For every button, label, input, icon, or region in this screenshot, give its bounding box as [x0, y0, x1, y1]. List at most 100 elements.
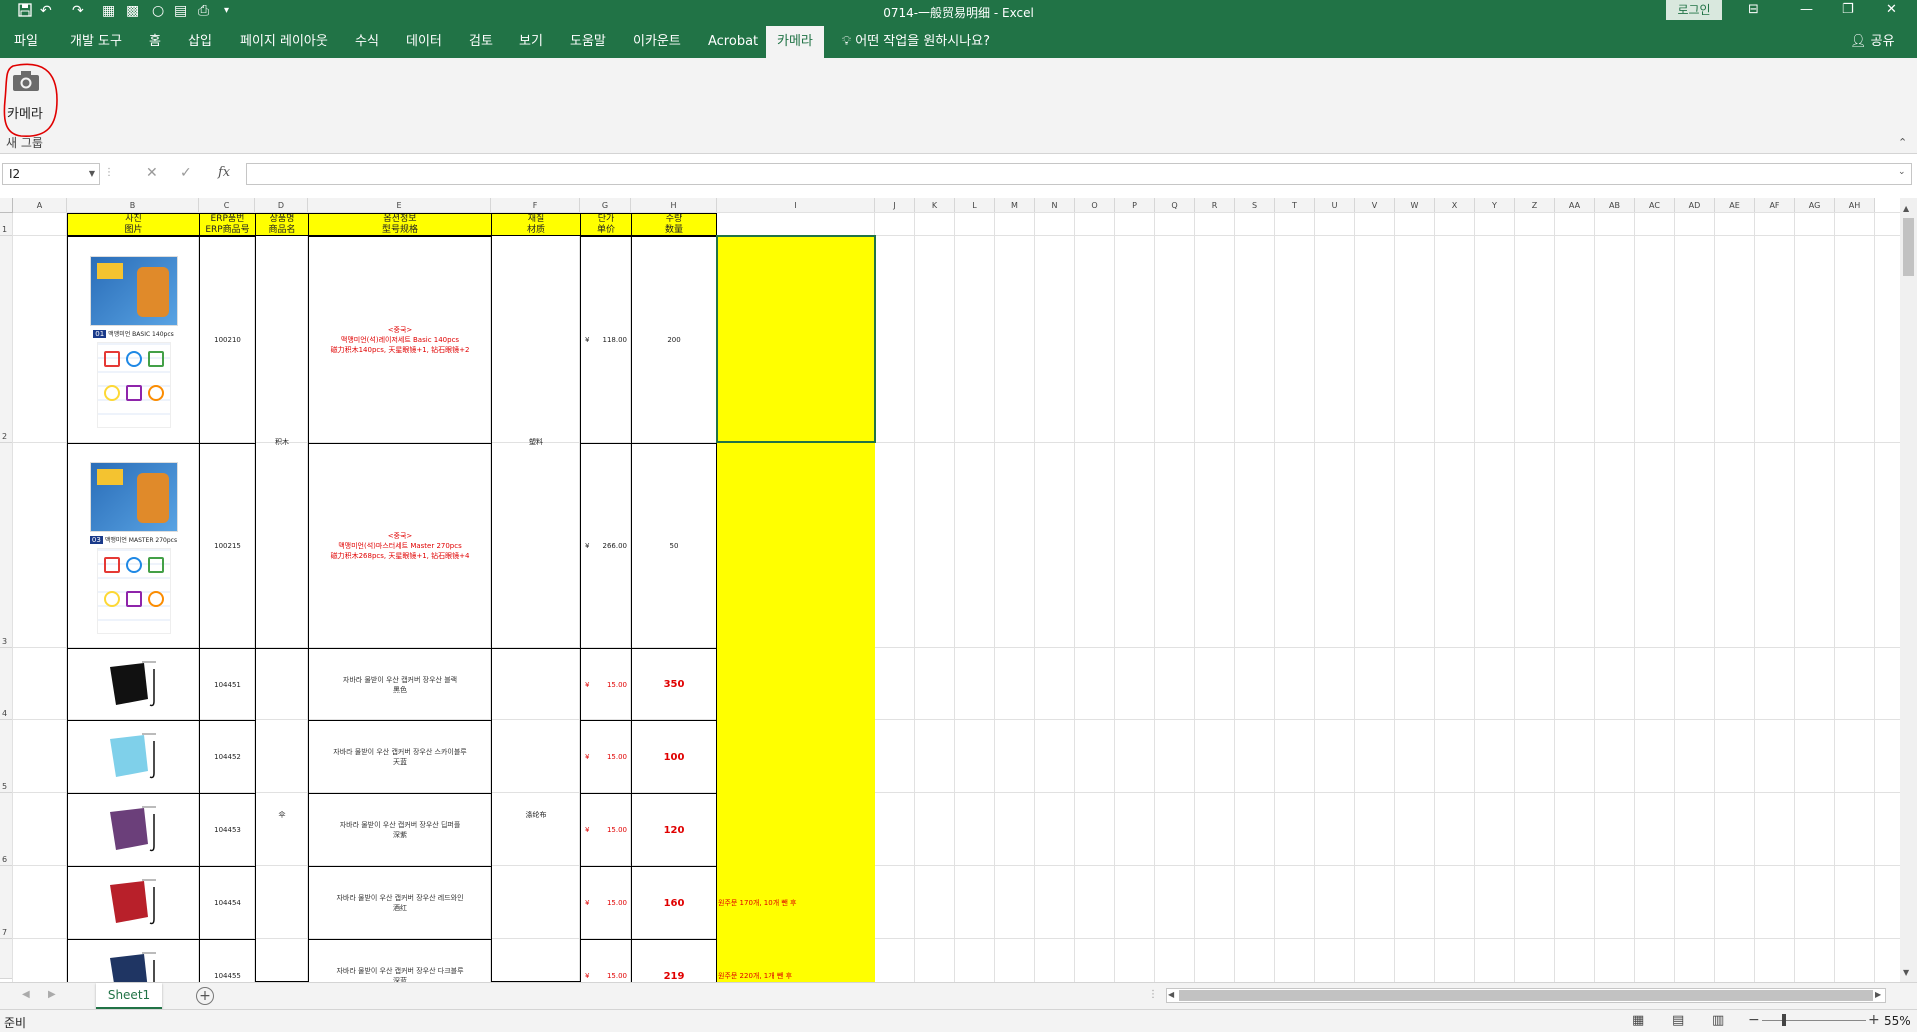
option-cell[interactable]: 자바라 물받이 우산 캡커버 장우산 스카이블루 天蓝: [308, 720, 492, 794]
header-erp-code[interactable]: ERP품번 ERP商品号: [199, 213, 256, 236]
tab-review[interactable]: 검토: [469, 26, 493, 58]
quantity-cell[interactable]: 160: [631, 866, 717, 940]
photo-cell[interactable]: 01 맥맹미언 BASIC 140pcs: [67, 236, 200, 444]
unit-price-cell[interactable]: ¥15.00: [580, 939, 632, 982]
restore-icon[interactable]: ❐: [1842, 2, 1854, 17]
select-all-corner[interactable]: [0, 198, 13, 213]
photo-cell[interactable]: [67, 720, 200, 794]
column-header[interactable]: B: [67, 198, 199, 213]
formula-input[interactable]: [246, 163, 1912, 185]
photo-cell[interactable]: [67, 648, 200, 721]
column-header[interactable]: Q: [1155, 198, 1195, 213]
close-icon[interactable]: ✕: [1886, 2, 1897, 17]
tab-insert[interactable]: 삽입: [188, 26, 212, 58]
quantity-cell[interactable]: 100: [631, 720, 717, 794]
tab-help[interactable]: 도움말: [570, 26, 606, 58]
column-header[interactable]: D: [255, 198, 308, 213]
erp-code-cell[interactable]: 100210: [199, 236, 256, 444]
erp-code-cell[interactable]: 100215: [199, 443, 256, 649]
collapse-ribbon-icon[interactable]: ⌃: [1898, 136, 1907, 149]
tab-page-layout[interactable]: 페이지 레이아웃: [240, 26, 328, 58]
scroll-left-icon[interactable]: ◀: [1168, 990, 1174, 999]
quantity-cell[interactable]: 200: [631, 236, 717, 444]
vertical-scroll-thumb[interactable]: [1903, 218, 1914, 276]
option-cell[interactable]: 자바라 물받이 우산 캡커버 장우산 레드와인 酒红: [308, 866, 492, 940]
photo-cell[interactable]: [67, 939, 200, 982]
column-header[interactable]: O: [1075, 198, 1115, 213]
column-header[interactable]: AF: [1755, 198, 1795, 213]
column-header[interactable]: R: [1195, 198, 1235, 213]
column-header[interactable]: A: [13, 198, 67, 213]
tab-file[interactable]: 파일: [14, 26, 38, 58]
option-cell[interactable]: <중국> 맥맹미언(석)레이저세트 Basic 140pcs 磁力积木140pcs,…: [308, 236, 492, 444]
minimize-icon[interactable]: —: [1800, 2, 1813, 17]
unit-price-cell[interactable]: ¥266.00: [580, 443, 632, 649]
scroll-down-icon[interactable]: ▼: [1903, 968, 1909, 977]
note-cell[interactable]: 원주문 170개, 10개 뺀 후: [718, 866, 796, 939]
page-break-view-icon[interactable]: ▥: [1712, 1013, 1724, 1028]
column-header[interactable]: AB: [1595, 198, 1635, 213]
option-cell[interactable]: <중국> 맥맹미언(석)마스터세트 Master 270pcs 磁力积木268pcs…: [308, 443, 492, 649]
tab-camera[interactable]: 카메라: [766, 26, 824, 58]
column-header[interactable]: L: [955, 198, 995, 213]
name-box-dropdown-icon[interactable]: ▼: [89, 164, 95, 184]
tab-splitter-icon[interactable]: ⋮: [1148, 989, 1158, 1000]
column-header[interactable]: AC: [1635, 198, 1675, 213]
erp-code-cell[interactable]: 104454: [199, 866, 256, 940]
new-sheet-icon[interactable]: +: [196, 987, 214, 1005]
zoom-slider-track[interactable]: [1762, 1020, 1866, 1021]
header-quantity[interactable]: 수량 数量: [631, 213, 717, 236]
unit-price-cell[interactable]: ¥118.00: [580, 236, 632, 444]
horizontal-scrollbar[interactable]: ◀ ▶: [1166, 988, 1886, 1003]
worksheet-grid[interactable]: A B C D E F G H I J K L M N O P Q R S T U V W X Y Z AA AB AC AD AE AF AG…: [0, 198, 1900, 982]
tab-ecount[interactable]: 이카운트: [633, 26, 681, 58]
column-header[interactable]: T: [1275, 198, 1315, 213]
column-header[interactable]: C: [199, 198, 255, 213]
erp-code-cell[interactable]: 104452: [199, 720, 256, 794]
column-header[interactable]: AE: [1715, 198, 1755, 213]
column-header[interactable]: Z: [1515, 198, 1555, 213]
column-header[interactable]: S: [1235, 198, 1275, 213]
header-product-name[interactable]: 상품명 商品名: [255, 213, 309, 236]
material-cell-plastic[interactable]: 塑料: [491, 235, 581, 649]
zoom-slider-thumb[interactable]: [1782, 1014, 1786, 1026]
vertical-scrollbar[interactable]: ▲ ▼: [1900, 198, 1917, 982]
column-header[interactable]: N: [1035, 198, 1075, 213]
column-header[interactable]: V: [1355, 198, 1395, 213]
tab-developer[interactable]: 개발 도구: [70, 26, 122, 58]
unit-price-cell[interactable]: ¥15.00: [580, 866, 632, 940]
product-name-cell-blocks[interactable]: 积木: [255, 235, 309, 649]
sheet-tab-sheet1[interactable]: Sheet1: [96, 983, 162, 1009]
column-header[interactable]: AA: [1555, 198, 1595, 213]
column-header[interactable]: J: [875, 198, 915, 213]
column-header[interactable]: W: [1395, 198, 1435, 213]
tab-home[interactable]: 홈: [149, 26, 161, 58]
header-unit-price[interactable]: 단가 单价: [580, 213, 632, 236]
column-header[interactable]: M: [995, 198, 1035, 213]
scroll-right-icon[interactable]: ▶: [1875, 990, 1881, 999]
cancel-icon[interactable]: ✕: [146, 165, 158, 181]
erp-code-cell[interactable]: 104453: [199, 793, 256, 867]
column-header[interactable]: P: [1115, 198, 1155, 213]
column-header[interactable]: K: [915, 198, 955, 213]
erp-code-cell[interactable]: 104455: [199, 939, 256, 982]
ribbon-display-icon[interactable]: ⊟: [1748, 2, 1759, 17]
product-name-cell-umbrella[interactable]: 伞: [255, 648, 309, 982]
quantity-cell[interactable]: 120: [631, 793, 717, 867]
note-cell[interactable]: 원주문 220개, 1개 뺀 후: [718, 939, 792, 982]
tell-me-box[interactable]: 💡︎ 어떤 작업을 원하시나요?: [842, 26, 990, 58]
prev-sheet-icon[interactable]: ◀: [22, 989, 30, 1000]
header-option[interactable]: 옵션정보 型号规格: [308, 213, 492, 236]
column-header[interactable]: U: [1315, 198, 1355, 213]
insert-function-icon[interactable]: fx: [218, 165, 230, 180]
tab-acrobat[interactable]: Acrobat: [708, 26, 758, 58]
name-box[interactable]: I2 ▼: [2, 163, 100, 185]
unit-price-cell[interactable]: ¥15.00: [580, 720, 632, 794]
zoom-out-button[interactable]: −: [1748, 1012, 1760, 1028]
quantity-cell[interactable]: 219: [631, 939, 717, 982]
column-header[interactable]: AG: [1795, 198, 1835, 213]
tab-data[interactable]: 데이터: [406, 26, 442, 58]
photo-cell[interactable]: [67, 793, 200, 867]
column-header[interactable]: H: [631, 198, 717, 213]
option-cell[interactable]: 자바라 물받이 우산 캡커버 장우산 다크블루 深蓝: [308, 939, 492, 982]
